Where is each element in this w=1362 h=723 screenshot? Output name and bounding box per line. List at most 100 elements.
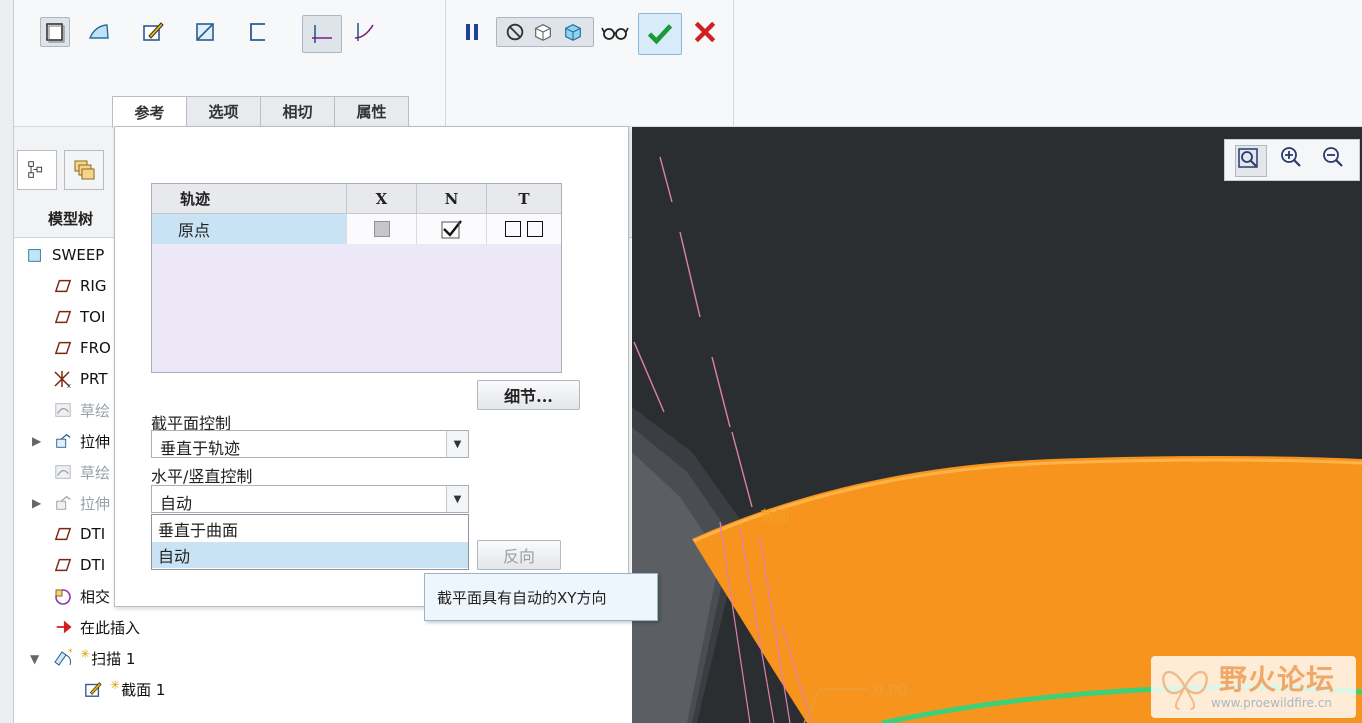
tree-item-extrude-2[interactable]: 拉伸 (50, 488, 110, 518)
forum-watermark: 野火论坛 www.proewildfire.cn (1151, 656, 1356, 718)
refit-icon[interactable] (1235, 145, 1267, 177)
layer-tree-tab-icon[interactable] (64, 150, 104, 190)
variable-section-icon[interactable] (350, 17, 380, 47)
tree-item-label: 拉伸 (80, 494, 111, 513)
extrude-icon (50, 494, 76, 512)
n-checkbox[interactable] (417, 214, 487, 244)
tree-item-dtm-2[interactable]: DTI (50, 550, 105, 580)
references-panel: 轨迹 X N T 原点 细节... 截平面控制 垂直于轨迹 ▼ 水平/竖直控制 … (114, 126, 629, 607)
sketch-icon (50, 401, 76, 419)
column-header-t: T (487, 184, 561, 214)
tree-item-sweep-1[interactable]: * ✳ 扫描 1 (50, 643, 135, 673)
dropdown-option-automatic[interactable]: 自动 (152, 542, 468, 568)
verify-mode-icon[interactable] (560, 21, 586, 43)
tree-item-label: PRT (80, 370, 108, 388)
horizontal-vertical-control-select[interactable]: 自动 ▼ (151, 485, 469, 513)
butterfly-logo-icon (1162, 670, 1208, 711)
new-feature-star-icon: ✳ (80, 647, 91, 661)
tree-item-label: RIG (80, 277, 107, 295)
sketch-edit-icon[interactable] (138, 17, 168, 47)
tree-item-datum-right[interactable]: RIG (50, 271, 106, 301)
tree-item-insert-here[interactable]: 在此插入 (50, 612, 140, 642)
model-graphics (632, 156, 1362, 723)
ok-checkmark-icon[interactable] (638, 13, 682, 55)
datum-plane-icon (50, 277, 76, 295)
dashboard-tabs: 参考 选项 相切 属性 (112, 96, 409, 128)
preview-group (496, 17, 594, 47)
svg-text:x: x (67, 382, 71, 389)
column-header-x: X (347, 184, 417, 214)
coordinate-system-icon: x (50, 369, 76, 389)
svg-text:*: * (68, 648, 73, 658)
tree-item-label: DTI (80, 525, 106, 543)
remove-material-icon[interactable] (190, 17, 220, 47)
tree-item-dtm-1[interactable]: DTI (50, 519, 105, 549)
tree-item-datum-front[interactable]: FRO (50, 333, 111, 363)
pause-icon[interactable] (457, 17, 487, 47)
preview-geometry-icon[interactable] (530, 21, 556, 43)
tree-item-prt-csys[interactable]: x PRT (50, 364, 108, 394)
tree-item-datum-top[interactable]: TOI (50, 302, 105, 332)
tab-tangency[interactable]: 相切 (260, 96, 335, 126)
tree-item-label: 在此插入 (80, 618, 141, 637)
thicken-icon[interactable] (243, 17, 273, 47)
no-preview-icon[interactable] (504, 21, 526, 43)
x-checkbox[interactable] (347, 214, 417, 244)
glasses-icon[interactable] (598, 17, 632, 47)
t-checkboxes[interactable] (487, 214, 561, 244)
surface-icon[interactable] (84, 17, 114, 47)
section-plane-control-select[interactable]: 垂直于轨迹 ▼ (151, 430, 469, 458)
table-row[interactable]: 原点 (152, 214, 561, 244)
tab-references[interactable]: 参考 (112, 96, 187, 128)
solid-icon[interactable] (40, 17, 70, 47)
intersect-icon (50, 586, 76, 606)
tab-options[interactable]: 选项 (186, 96, 261, 126)
tree-item-label: 扫描 1 (91, 649, 136, 668)
ribbon-toolbar: 参考 选项 相切 属性 (0, 0, 1362, 128)
column-header-trajectory: 轨迹 (152, 184, 347, 214)
model-tree-tab-icon[interactable] (17, 150, 57, 190)
sketch-icon (50, 463, 76, 481)
tree-item-label: 草绘 (80, 463, 111, 482)
tree-item-label: FRO (80, 339, 111, 357)
dropdown-option-normal-to-surface[interactable]: 垂直于曲面 (152, 516, 468, 542)
details-button[interactable]: 细节... (477, 380, 580, 410)
section-plane-control-value: 垂直于轨迹 (160, 439, 241, 458)
tab-properties[interactable]: 属性 (334, 96, 409, 126)
tree-item-sweep-part[interactable]: SWEEP (22, 240, 104, 270)
view-toolbar (1224, 139, 1360, 181)
insert-here-icon (50, 618, 76, 636)
expand-arrow-icon[interactable]: ▶ (32, 496, 41, 510)
constant-section-icon[interactable] (302, 15, 342, 53)
chevron-down-icon[interactable]: ▼ (446, 486, 468, 512)
tree-item-label: 拉伸 (80, 432, 111, 451)
model-tree-title: 模型树 (48, 210, 94, 228)
tree-item-section-1[interactable]: ✳ 截面 1 (80, 674, 165, 704)
dimension-value-label[interactable]: 0.00 (874, 681, 907, 699)
tree-item-extrude-1[interactable]: 拉伸 (50, 426, 110, 456)
new-feature-star-icon: ✳ (110, 678, 121, 692)
tree-item-label: DTI (80, 556, 106, 574)
tree-item-sketch-2[interactable]: 草绘 (50, 457, 110, 487)
expand-arrow-icon[interactable]: ▶ (32, 434, 41, 448)
tree-item-sketch-1[interactable]: 草绘 (50, 395, 110, 425)
tree-item-label: 相交 (80, 587, 111, 606)
collapse-arrow-icon[interactable]: ▼ (30, 652, 39, 666)
trajectory-table: 轨迹 X N T 原点 (151, 183, 562, 373)
trajectory-name-cell[interactable]: 原点 (152, 214, 347, 244)
datum-plane-icon (50, 308, 76, 326)
chevron-down-icon[interactable]: ▼ (446, 431, 468, 457)
reverse-button[interactable]: 反向 (477, 540, 561, 570)
tree-item-intersect[interactable]: 相交 (50, 581, 110, 611)
extrude-icon (50, 432, 76, 450)
zoom-in-icon[interactable] (1279, 145, 1311, 177)
datum-plane-icon (50, 339, 76, 357)
zoom-out-icon[interactable] (1321, 145, 1353, 177)
column-header-n: N (417, 184, 487, 214)
tooltip: 截平面具有自动的XY方向 (424, 573, 658, 621)
section-annotation-label: 截面 (760, 507, 791, 525)
graphics-viewport[interactable]: 截面 0.00 (632, 127, 1362, 723)
cancel-x-icon[interactable] (690, 17, 720, 47)
tree-item-label: 草绘 (80, 401, 111, 420)
watermark-title: 野火论坛 (1219, 663, 1336, 696)
